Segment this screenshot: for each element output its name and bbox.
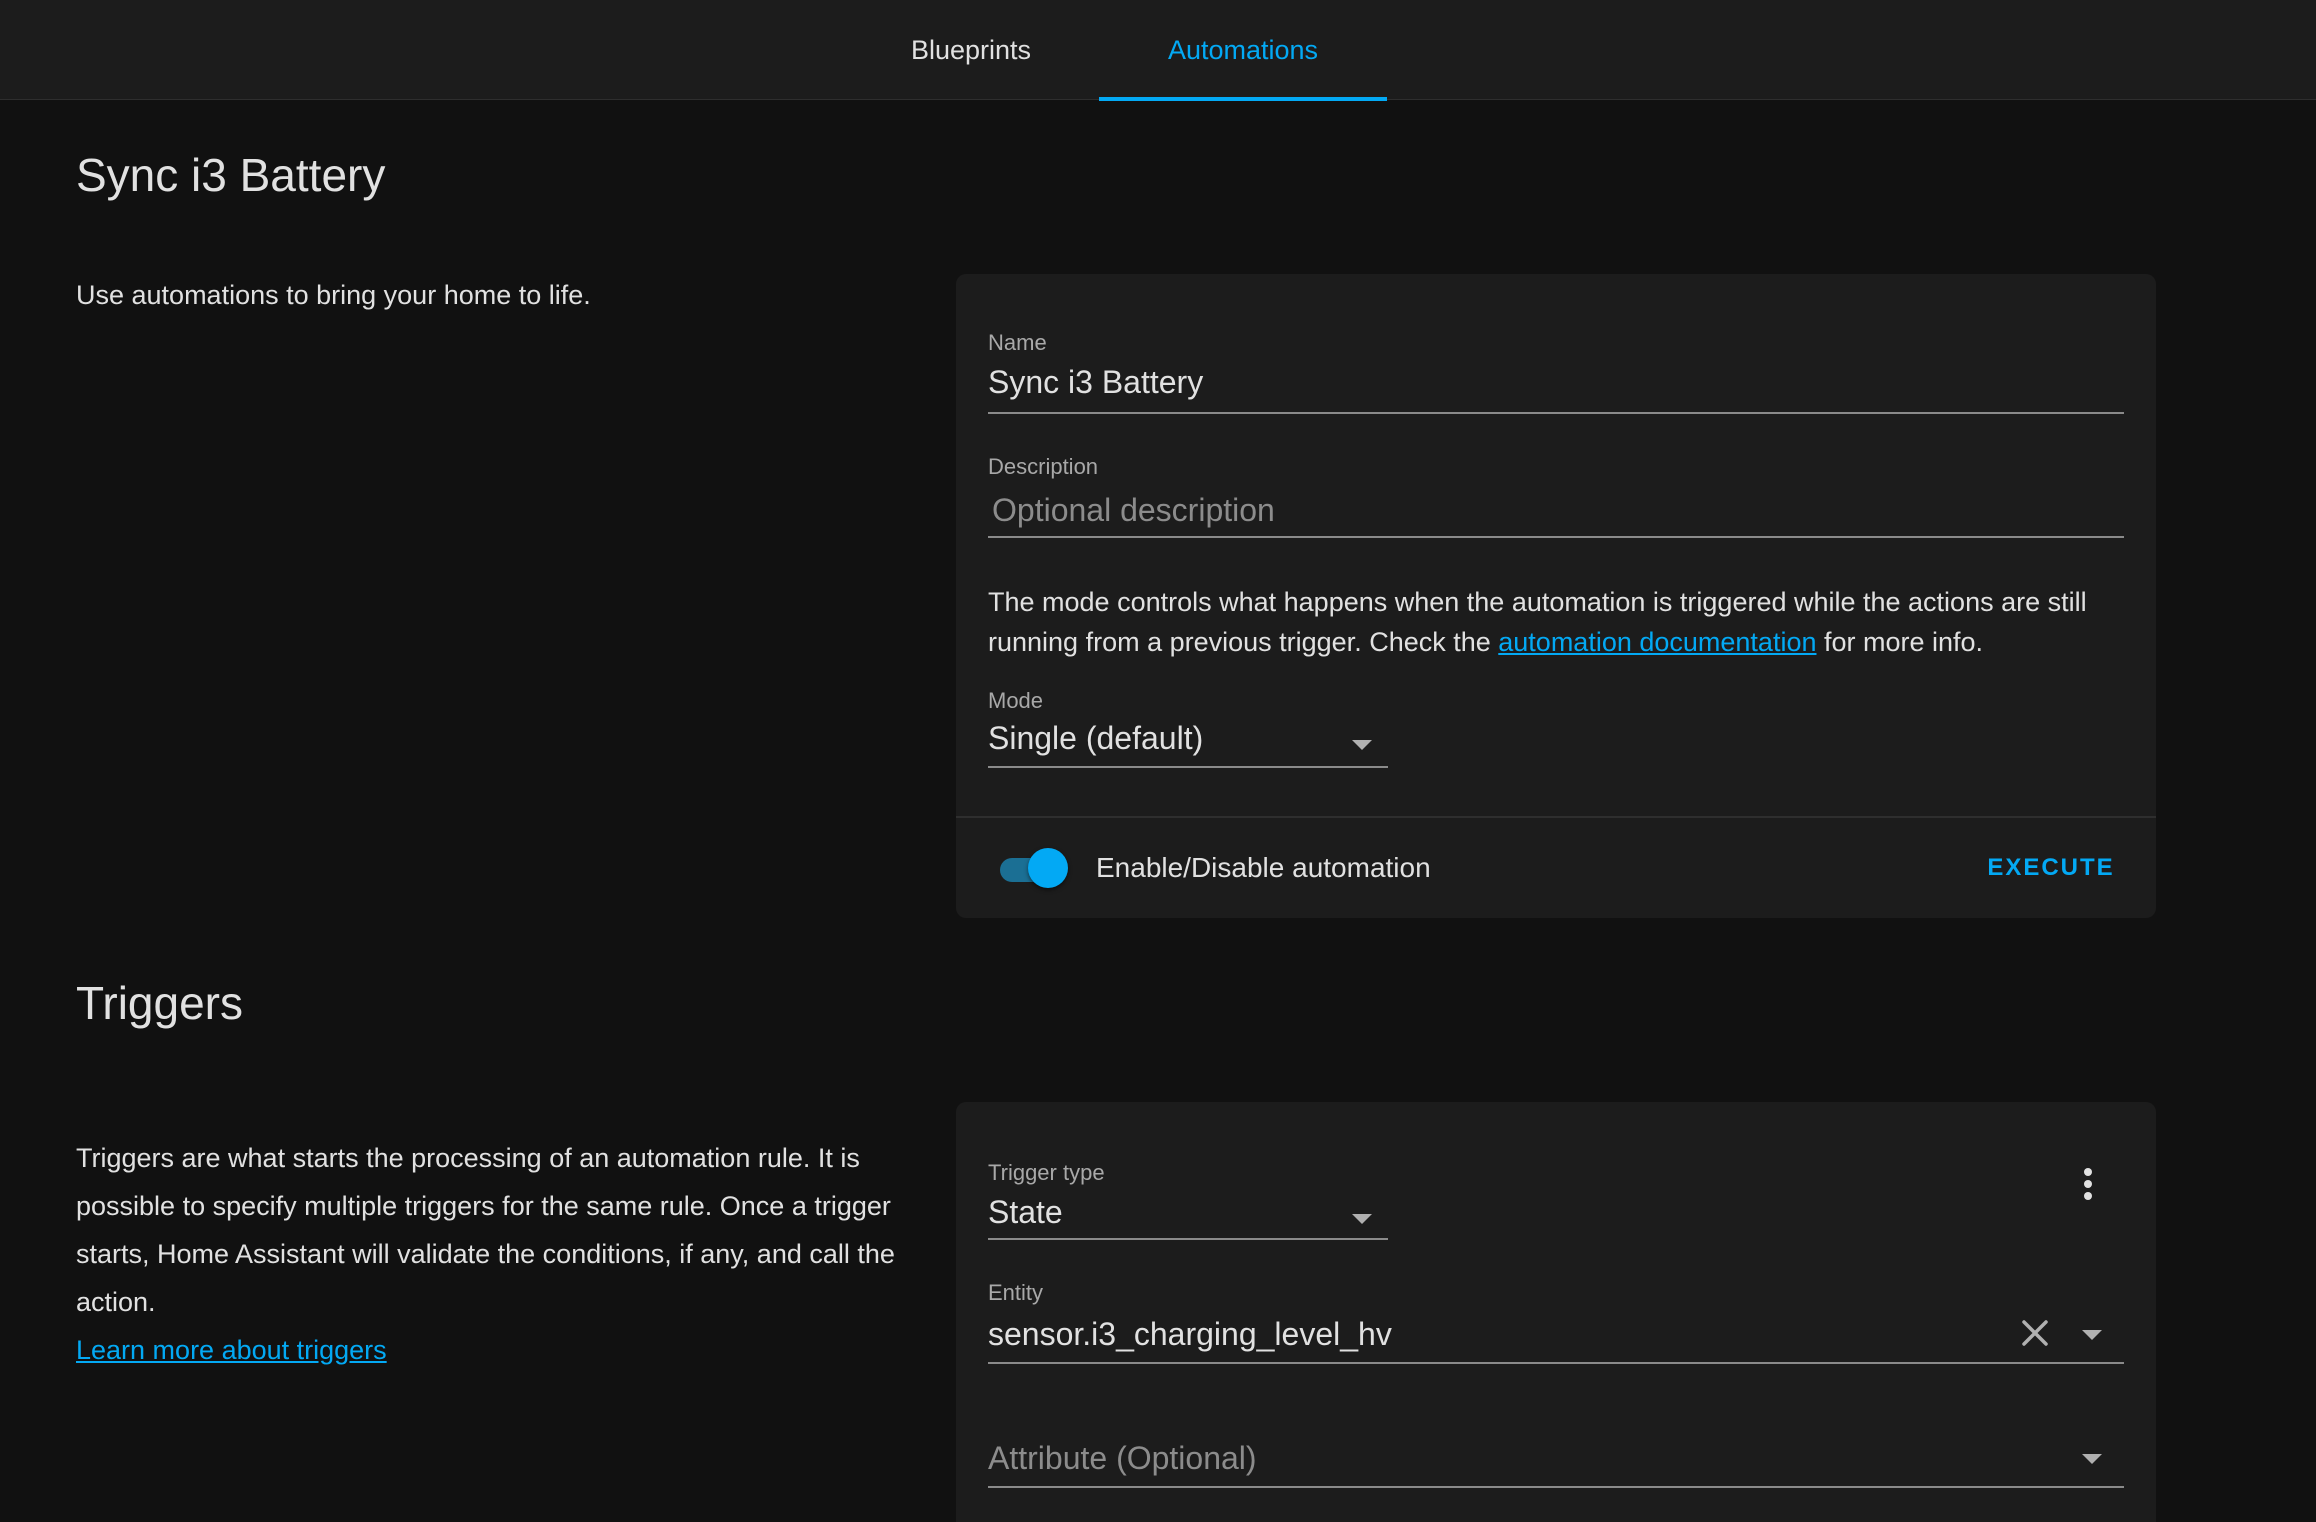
- kebab-dot: [2084, 1192, 2092, 1200]
- kebab-dot: [2084, 1168, 2092, 1176]
- top-tab-bar: Blueprints Automations: [0, 0, 2316, 101]
- chevron-down-icon[interactable]: [2082, 1330, 2102, 1340]
- kebab-dot: [2084, 1180, 2092, 1188]
- entity-input[interactable]: sensor.i3_charging_level_hv: [988, 1316, 1392, 1353]
- description-input[interactable]: Optional description: [992, 492, 1275, 529]
- toggle-knob: [1028, 848, 1068, 888]
- name-field-label: Name: [988, 330, 1047, 355]
- description-field-label: Description: [988, 454, 1099, 479]
- automation-documentation-link[interactable]: automation documentation: [1498, 627, 1816, 657]
- enable-automation-toggle[interactable]: [996, 848, 1070, 888]
- trigger-type-select[interactable]: State: [988, 1194, 1063, 1231]
- trigger-type-label: Trigger type: [988, 1160, 1105, 1185]
- entity-field-label: Entity: [988, 1280, 1044, 1305]
- tab-automations[interactable]: Automations: [1099, 0, 1387, 101]
- toggle-label: Enable/Disable automation: [1096, 852, 1431, 883]
- mode-help-after: for more info.: [1816, 627, 1984, 657]
- trigger-type-underline: [988, 1238, 1388, 1240]
- chevron-down-icon[interactable]: [1352, 1214, 1372, 1224]
- learn-more-triggers-link[interactable]: Learn more about triggers: [76, 1326, 896, 1374]
- intro-text: Use automations to bring your home to li…: [76, 280, 591, 310]
- chevron-down-icon[interactable]: [2082, 1454, 2102, 1464]
- attribute-select[interactable]: Attribute (Optional): [988, 1440, 1257, 1477]
- mode-select[interactable]: Single (default): [988, 720, 1203, 757]
- execute-button[interactable]: EXECUTE: [1976, 846, 2126, 890]
- mode-field-label: Mode: [988, 688, 1044, 713]
- triggers-section-title: Triggers: [76, 977, 243, 1029]
- more-vertical-icon[interactable]: [2068, 1164, 2108, 1204]
- triggers-description: Triggers are what starts the processing …: [76, 1134, 896, 1374]
- mode-select-underline: [988, 766, 1388, 768]
- page-title: Sync i3 Battery: [76, 149, 386, 201]
- name-input-underline: [988, 412, 2124, 414]
- automation-settings-card: Name Sync i3 Battery Description Optiona…: [956, 274, 2156, 918]
- close-icon[interactable]: [2018, 1316, 2052, 1350]
- active-tab-indicator: [1099, 97, 1387, 101]
- card-divider: [956, 816, 2156, 818]
- entity-input-underline: [988, 1362, 2124, 1364]
- triggers-description-text: Triggers are what starts the processing …: [76, 1143, 895, 1317]
- tab-automations-label: Automations: [1167, 34, 1319, 65]
- attribute-select-underline: [988, 1486, 2124, 1488]
- mode-help-text: The mode controls what happens when the …: [988, 582, 2128, 662]
- trigger-card: Trigger type State Entity sensor.i3_char…: [956, 1102, 2156, 1522]
- tab-blueprints-label: Blueprints: [910, 34, 1032, 65]
- name-input[interactable]: Sync i3 Battery: [988, 364, 1203, 401]
- tab-blueprints[interactable]: Blueprints: [880, 0, 1062, 100]
- chevron-down-icon[interactable]: [1352, 740, 1372, 750]
- description-input-underline: [988, 536, 2124, 538]
